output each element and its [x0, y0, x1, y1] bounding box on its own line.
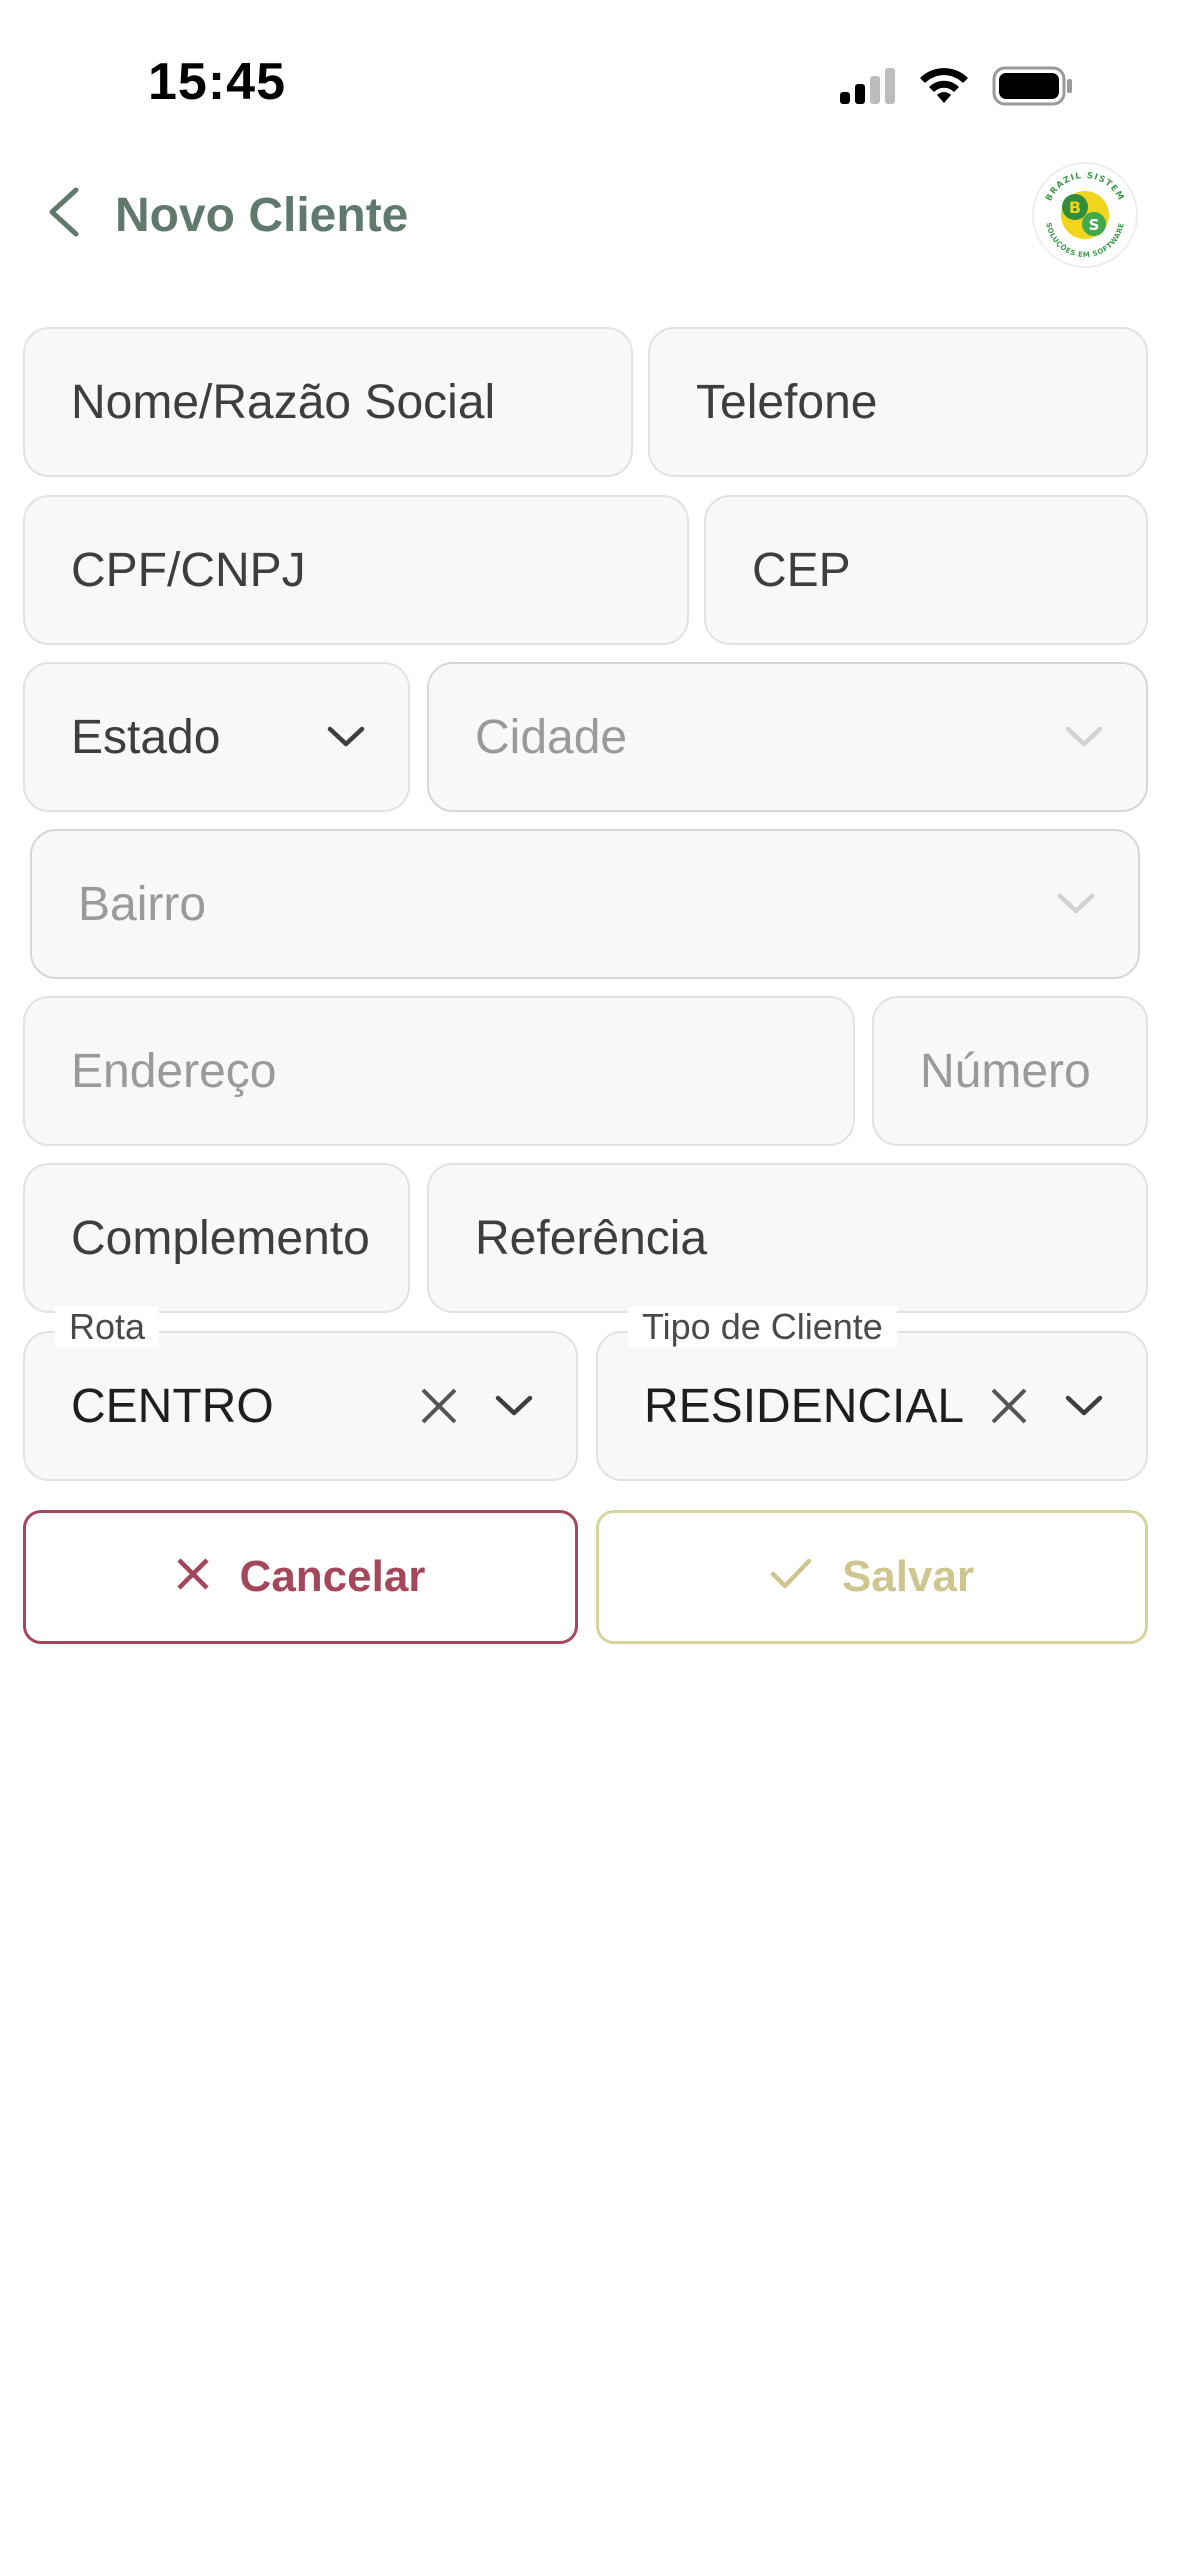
complemento-input[interactable]: Complemento [23, 1163, 410, 1313]
status-bar: 15:45 [0, 0, 1179, 170]
cancel-button[interactable]: Cancelar [23, 1510, 578, 1644]
numero-input[interactable]: Número [872, 996, 1148, 1146]
endereco-input[interactable]: Endereço [23, 996, 855, 1146]
save-button-label: Salvar [841, 1552, 975, 1601]
cep-input[interactable]: CEP [704, 495, 1148, 645]
endereco-placeholder: Endereço [71, 1044, 277, 1098]
bairro-select[interactable]: Bairro [30, 829, 1140, 979]
chevron-down-icon [1054, 882, 1098, 926]
chevron-down-icon [324, 715, 368, 759]
referencia-input[interactable]: Referência [427, 1163, 1148, 1313]
chevron-down-icon[interactable] [492, 1384, 536, 1428]
rota-label: Rota [55, 1307, 160, 1347]
cidade-select[interactable]: Cidade [427, 662, 1148, 812]
telefone-input[interactable]: Telefone [648, 327, 1148, 477]
complemento-placeholder: Complemento [71, 1211, 368, 1265]
estado-select[interactable]: Estado [23, 662, 410, 812]
chevron-down-icon[interactable] [1062, 1384, 1106, 1428]
rota-value: CENTRO [71, 1379, 274, 1433]
telefone-placeholder: Telefone [696, 375, 878, 429]
cep-placeholder: CEP [752, 543, 851, 597]
tipo-cliente-label: Tipo de Cliente [628, 1307, 897, 1347]
save-button[interactable]: Salvar [596, 1510, 1148, 1644]
chevron-left-icon [44, 186, 84, 243]
battery-icon [992, 66, 1074, 111]
cpf-cnpj-placeholder: CPF/CNPJ [71, 543, 306, 597]
cellular-signal-icon [840, 68, 896, 109]
cpf-cnpj-input[interactable]: CPF/CNPJ [23, 495, 689, 645]
chevron-down-icon [1062, 715, 1106, 759]
rota-select[interactable]: Rota CENTRO [23, 1307, 578, 1481]
page-title: Novo Cliente [115, 189, 409, 242]
nome-razao-social-placeholder: Nome/Razão Social [71, 375, 496, 429]
tipo-cliente-select[interactable]: Tipo de Cliente RESIDENCIAL [596, 1307, 1148, 1481]
wifi-icon [918, 67, 970, 110]
logo-initial-b: B [1069, 198, 1081, 217]
numero-placeholder: Número [920, 1044, 1091, 1098]
check-icon [770, 1552, 812, 1602]
clear-icon[interactable] [984, 1381, 1034, 1431]
close-icon [176, 1552, 210, 1602]
brazil-sistem-logo: BRAZIL SISTEM SOLUÇÕES EM SOFTWARE B S [1030, 160, 1140, 270]
back-button[interactable] [32, 182, 96, 246]
cancel-button-label: Cancelar [239, 1552, 426, 1601]
estado-placeholder: Estado [71, 710, 221, 764]
tipo-cliente-value: RESIDENCIAL [644, 1379, 965, 1433]
status-icons [840, 66, 1074, 111]
clear-icon[interactable] [414, 1381, 464, 1431]
nome-razao-social-input[interactable]: Nome/Razão Social [23, 327, 633, 477]
status-time: 15:45 [148, 53, 286, 111]
bairro-placeholder: Bairro [78, 877, 207, 931]
referencia-placeholder: Referência [475, 1211, 708, 1265]
header: Novo Cliente BRAZIL SISTEM SOLUÇÕES EM S… [0, 160, 1179, 270]
logo-initial-s: S [1089, 216, 1100, 234]
cidade-placeholder: Cidade [475, 710, 628, 764]
